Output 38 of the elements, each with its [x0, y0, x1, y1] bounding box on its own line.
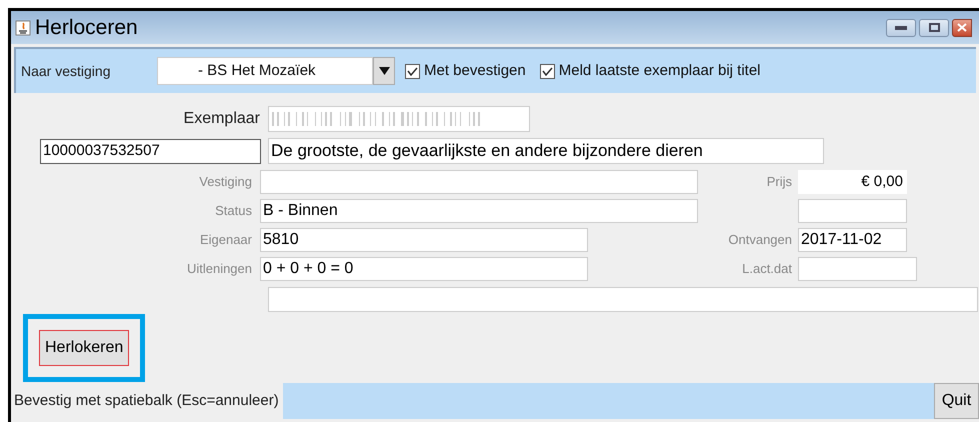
- field-label: Status: [214, 202, 253, 220]
- field-label: Vestiging: [198, 173, 253, 192]
- text-field[interactable]: B - Binnen: [260, 199, 698, 223]
- field-label: Naar vestiging: [21, 62, 112, 81]
- app-icon: [15, 20, 31, 36]
- field-label: Prijs: [766, 173, 793, 192]
- field-label: Exemplaar: [182, 109, 260, 129]
- minimize-button[interactable]: [886, 18, 916, 36]
- text-field[interactable]: 2017-11-02: [798, 228, 907, 252]
- exemplaar-field[interactable]: [268, 106, 530, 132]
- title-field[interactable]: De grootste, de gevaarlijkste en andere bijzondere dieren: [268, 138, 824, 164]
- price-value: € 0,00: [798, 170, 907, 194]
- note-field[interactable]: [268, 287, 978, 312]
- close-icon: [957, 23, 967, 32]
- text-field[interactable]: 0 + 0 + 0 = 0: [260, 257, 588, 281]
- field-label: Eigenaar: [198, 231, 253, 250]
- maximize-icon: [928, 23, 940, 32]
- field-label: L.act.dat: [741, 260, 793, 278]
- barcode-field[interactable]: 10000037532507: [40, 138, 261, 164]
- dropdown-button[interactable]: [373, 57, 395, 85]
- field-label: Ontvangen: [727, 231, 793, 250]
- checkbox-label[interactable]: Meld laatste exemplaar bij titel: [558, 60, 760, 82]
- text-field[interactable]: [798, 199, 907, 223]
- field-label: Uitleningen: [186, 260, 253, 278]
- maximize-button[interactable]: [919, 18, 949, 36]
- window-title: Herloceren: [35, 17, 138, 38]
- text-field[interactable]: [260, 170, 698, 194]
- text-field[interactable]: 5810: [260, 228, 588, 252]
- checkbox[interactable]: [540, 64, 555, 78]
- checkbox-label[interactable]: Met bevestigen: [424, 60, 526, 82]
- branch-dropdown[interactable]: - BS Het Mozaïek: [157, 57, 373, 85]
- quit-button[interactable]: Quit: [934, 383, 979, 419]
- minimize-icon: [895, 26, 907, 30]
- text-field[interactable]: [798, 257, 917, 281]
- checkbox[interactable]: [405, 64, 420, 78]
- caret-icon: [378, 67, 390, 75]
- close-button[interactable]: [952, 18, 972, 36]
- herlokeren-button[interactable]: Herlokeren: [39, 330, 130, 366]
